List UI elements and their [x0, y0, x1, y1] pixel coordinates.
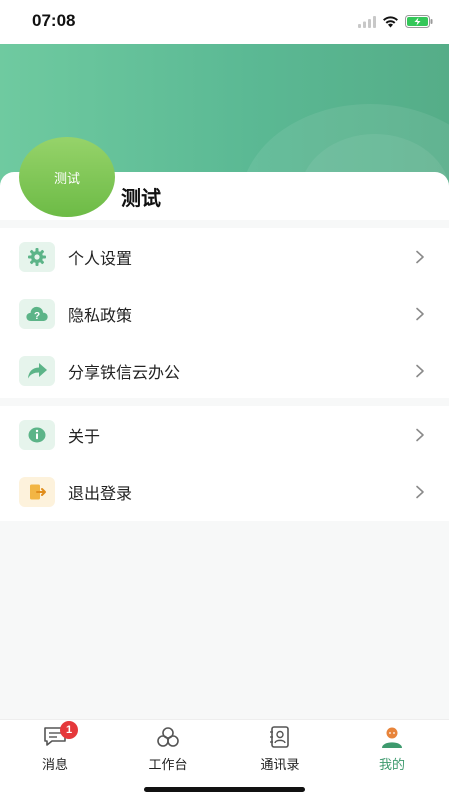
tab-workbench[interactable]: 工作台	[123, 725, 213, 775]
menu-item-share[interactable]: 分享铁信云办公	[0, 342, 449, 399]
wifi-icon	[382, 13, 399, 32]
battery-icon	[405, 13, 433, 32]
chevron-right-icon	[416, 364, 424, 377]
tab-label: 我的	[378, 758, 405, 773]
status-icons	[358, 13, 433, 32]
menu-item-label: 退出登录	[68, 483, 133, 503]
menu-item-privacy-policy[interactable]: ? 隐私政策	[0, 285, 449, 342]
share-arrow-icon	[19, 355, 55, 386]
tab-label: 消息	[41, 758, 68, 773]
menu-group-account: 关于 退出登录	[0, 406, 449, 521]
chevron-right-icon	[416, 485, 424, 498]
chevron-right-icon	[416, 428, 424, 441]
username: 测试	[121, 186, 161, 210]
workbench-icon	[155, 725, 181, 749]
menu-item-personal-settings[interactable]: 个人设置	[0, 228, 449, 285]
menu-item-label: 隐私政策	[68, 305, 133, 325]
question-cloud-icon: ?	[19, 298, 55, 329]
avatar[interactable]: 测试	[19, 137, 115, 217]
info-icon	[19, 419, 55, 450]
tab-contacts[interactable]: 通讯录	[235, 725, 325, 775]
menu-item-label: 个人设置	[68, 248, 133, 268]
tab-messages[interactable]: 1 消息	[10, 721, 100, 775]
tab-mine[interactable]: 我的	[347, 725, 437, 775]
unread-badge: 1	[60, 721, 78, 739]
signal-icon	[358, 13, 376, 32]
menu-item-logout[interactable]: 退出登录	[0, 463, 449, 520]
tab-label: 工作台	[148, 758, 188, 773]
contacts-icon	[267, 725, 293, 749]
home-indicator	[144, 787, 305, 792]
chevron-right-icon	[416, 250, 424, 263]
svg-text:?: ?	[34, 311, 40, 322]
menu-item-label: 分享铁信云办公	[68, 362, 181, 382]
gear-icon	[19, 241, 55, 272]
menu-group-settings: 个人设置 ? 隐私政策 分享铁信云办公	[0, 228, 449, 398]
chevron-right-icon	[416, 307, 424, 320]
tab-label: 通讯录	[260, 758, 300, 773]
menu-item-about[interactable]: 关于	[0, 406, 449, 463]
status-bar: 07:08	[0, 0, 449, 44]
status-time: 07:08	[32, 11, 76, 30]
avatar-text: 测试	[53, 171, 80, 187]
logout-icon	[19, 476, 55, 507]
message-icon: 1	[42, 721, 78, 749]
profile-icon	[379, 725, 405, 749]
menu-item-label: 关于	[68, 426, 101, 446]
